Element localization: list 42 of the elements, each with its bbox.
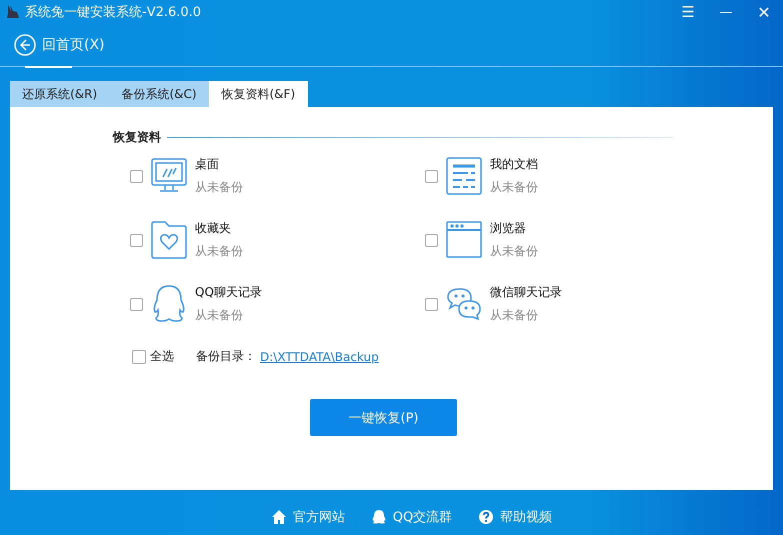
footer-link[interactable]: 官方网站 [270,508,345,526]
minimize-button[interactable]: — [707,0,745,24]
backup-dir-link[interactable]: D:\XTTDATA\Backup [260,350,379,364]
back-home-button[interactable]: 回首页(X) [14,34,105,56]
folder-heart-icon [151,220,187,260]
checkbox[interactable] [425,298,438,310]
backup-status: 从未备份 [195,179,243,196]
help-icon [478,509,494,525]
select-all-label[interactable]: 全选 [150,348,174,365]
checkbox[interactable] [425,170,438,182]
section-title: 恢复资料 [113,129,161,146]
backup-status: 从未备份 [195,307,244,324]
window-title: 系统兔一键安装系统-V2.6.0.0 [25,4,202,21]
item-name: 浏览器 [490,220,527,237]
item-name: 微信聊天记录 [490,284,562,301]
item-name: 我的文档 [490,156,538,173]
item-name: QQ聊天记录 [195,284,262,301]
item-name: 桌面 [195,156,220,173]
item-name: 收藏夹 [195,220,232,237]
backup-status: 从未备份 [490,243,538,260]
browser-window-icon [446,220,482,260]
backup-dir-label: 备份目录： [196,348,256,365]
home-icon [270,509,287,525]
penguin-icon [370,509,387,525]
checkbox[interactable] [130,170,143,182]
checkbox[interactable] [130,234,143,246]
footer-link[interactable]: QQ交流群 [370,508,452,526]
tab[interactable]: 恢复资料(&F) [208,81,308,107]
close-button[interactable]: ✕ [745,0,783,24]
backup-status: 从未备份 [195,243,243,260]
menu-button[interactable]: ☰ [669,0,707,24]
checkbox[interactable] [130,298,143,310]
tab[interactable]: 备份系统(&C) [109,81,209,107]
checkbox[interactable] [425,234,438,246]
backup-status: 从未备份 [490,307,539,324]
backup-status: 从未备份 [490,179,538,196]
footer-link[interactable]: 帮助视频 [478,508,552,526]
penguin-icon [151,284,187,324]
tab[interactable]: 还原系统(&R) [10,81,110,107]
restore-button[interactable]: 一键恢复(P) [310,399,457,436]
document-icon [446,156,482,196]
checkbox[interactable] [132,350,146,364]
